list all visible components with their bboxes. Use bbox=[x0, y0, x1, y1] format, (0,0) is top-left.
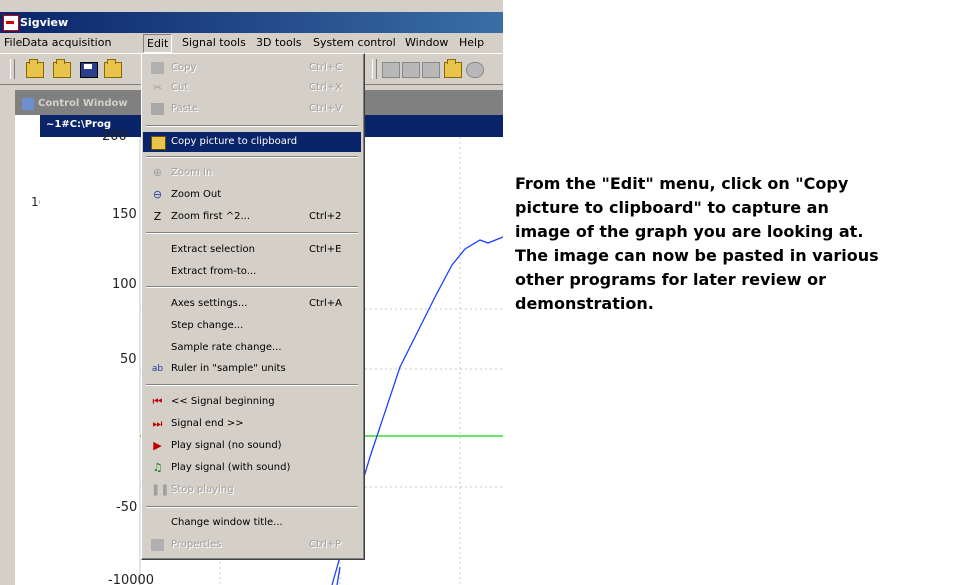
note-line: image of the graph you are looking at. bbox=[515, 222, 864, 241]
control-window-body: 1( bbox=[15, 115, 43, 585]
menu-item-play-with-sound[interactable]: ♫ Play signal (with sound) bbox=[143, 458, 361, 478]
menu-item-signal-end[interactable]: ⏭ Signal end >> bbox=[143, 414, 361, 434]
save-as-icon[interactable] bbox=[104, 59, 122, 78]
menu-item-change-window-title[interactable]: Change window title... bbox=[143, 513, 361, 533]
menu-item-copy[interactable]: Copy Ctrl+C bbox=[143, 58, 361, 78]
control-window-titlebar[interactable]: Control Window bbox=[20, 95, 150, 114]
open-recent-icon[interactable] bbox=[53, 59, 71, 78]
menu-item-zoom-out[interactable]: ⊖ Zoom Out bbox=[143, 185, 361, 205]
menu-item-properties[interactable]: Properties Ctrl+P bbox=[143, 535, 361, 555]
menu-bar: File Data acquisition Edit Signal tools … bbox=[0, 33, 503, 53]
menu-separator bbox=[146, 232, 358, 234]
y-tick-label: 200 bbox=[102, 129, 127, 144]
cut-icon: ✂ bbox=[152, 81, 163, 94]
save-icon[interactable] bbox=[80, 62, 98, 78]
edit-menu-dropdown: Copy Ctrl+C ✂ Cut Ctrl+X Paste Ctrl+V Co… bbox=[141, 53, 365, 560]
signal-end-icon: ⏭ bbox=[152, 417, 163, 430]
note-line: From the "Edit" menu, click on "Copy bbox=[515, 174, 849, 193]
menu-signal-tools[interactable]: Signal tools bbox=[182, 36, 246, 49]
menu-system-control[interactable]: System control bbox=[313, 36, 396, 49]
menu-item-play-no-sound[interactable]: ▶ Play signal (no sound) bbox=[143, 436, 361, 456]
y-tick-label: 100 bbox=[112, 277, 137, 292]
note-line: demonstration. bbox=[515, 294, 654, 313]
menu-separator bbox=[146, 156, 358, 158]
menu-item-extract-selection[interactable]: Extract selection Ctrl+E bbox=[143, 240, 361, 260]
y-tick-label: -10000 bbox=[108, 573, 155, 585]
y-tick-label: 50 bbox=[120, 352, 137, 367]
paste-tool-icon[interactable] bbox=[422, 62, 440, 78]
play-sound-icon: ♫ bbox=[152, 461, 163, 474]
menu-item-ruler[interactable]: ab Ruler in "sample" units bbox=[143, 359, 361, 379]
y-tick-label: 150 bbox=[112, 207, 137, 222]
menu-separator bbox=[146, 506, 358, 508]
menu-separator bbox=[146, 125, 358, 127]
menu-item-paste[interactable]: Paste Ctrl+V bbox=[143, 99, 361, 119]
control-window-icon bbox=[22, 98, 34, 110]
menu-item-signal-beginning[interactable]: ⏮ << Signal beginning bbox=[143, 392, 361, 412]
menu-3d-tools[interactable]: 3D tools bbox=[256, 36, 302, 49]
instruction-note: From the "Edit" menu, click on "Copy pic… bbox=[515, 172, 970, 316]
menu-item-axes-settings[interactable]: Axes settings... Ctrl+A bbox=[143, 294, 361, 314]
paste-icon bbox=[151, 103, 164, 115]
menu-separator bbox=[146, 286, 358, 288]
picture-tool-icon[interactable] bbox=[444, 59, 462, 78]
y-tick-label: -50 bbox=[116, 500, 138, 515]
title-bar[interactable]: Sigview bbox=[0, 12, 503, 33]
note-line: The image can now be pasted in various bbox=[515, 246, 879, 265]
zoom-first-icon: Z bbox=[153, 210, 162, 223]
menu-item-step-change[interactable]: Step change... bbox=[143, 316, 361, 336]
menu-separator bbox=[146, 384, 358, 386]
note-line: other programs for later review or bbox=[515, 270, 826, 289]
copy-icon bbox=[151, 62, 164, 74]
menu-edit[interactable]: Edit bbox=[143, 34, 173, 53]
control-window-title: Control Window bbox=[38, 98, 128, 109]
menu-data-acquisition[interactable]: Data acquisition bbox=[22, 36, 111, 49]
menu-item-zoom-first[interactable]: Z Zoom first ^2... Ctrl+2 bbox=[143, 207, 361, 227]
menu-item-extract-from-to[interactable]: Extract from-to... bbox=[143, 262, 361, 282]
sigview-window: Sigview File Data acquisition Edit Signa… bbox=[0, 0, 503, 585]
picture-icon bbox=[151, 136, 166, 150]
note-line: picture to clipboard" to capture an bbox=[515, 198, 829, 217]
open-folder-icon[interactable] bbox=[26, 59, 44, 78]
toolbar-grip[interactable] bbox=[10, 59, 15, 79]
menu-window[interactable]: Window bbox=[405, 36, 448, 49]
ruler-icon: ab bbox=[151, 364, 164, 374]
signal-beginning-icon: ⏮ bbox=[152, 395, 163, 408]
cut-tool-icon[interactable] bbox=[382, 62, 400, 78]
app-icon bbox=[3, 15, 19, 31]
play-icon: ▶ bbox=[153, 439, 162, 452]
menu-item-cut[interactable]: ✂ Cut Ctrl+X bbox=[143, 78, 361, 98]
zoom-in-icon: ⊕ bbox=[152, 166, 163, 179]
copy-tool-icon[interactable] bbox=[402, 62, 420, 78]
menu-item-zoom-in[interactable]: ⊕ Zoom In bbox=[143, 163, 361, 183]
menu-item-stop-playing[interactable]: ❚❚ Stop playing bbox=[143, 480, 361, 500]
properties-icon bbox=[151, 539, 164, 551]
stop-icon: ❚❚ bbox=[151, 483, 170, 496]
toolbar-grip[interactable] bbox=[372, 59, 377, 79]
menu-item-sample-rate-change[interactable]: Sample rate change... bbox=[143, 338, 361, 358]
menu-item-copy-picture[interactable]: Copy picture to clipboard bbox=[143, 132, 361, 152]
zoom-tool-icon[interactable] bbox=[466, 62, 484, 78]
zoom-out-icon: ⊖ bbox=[152, 188, 163, 201]
window-title: Sigview bbox=[20, 16, 69, 29]
menu-help[interactable]: Help bbox=[459, 36, 484, 49]
menu-file[interactable]: File bbox=[4, 36, 22, 49]
